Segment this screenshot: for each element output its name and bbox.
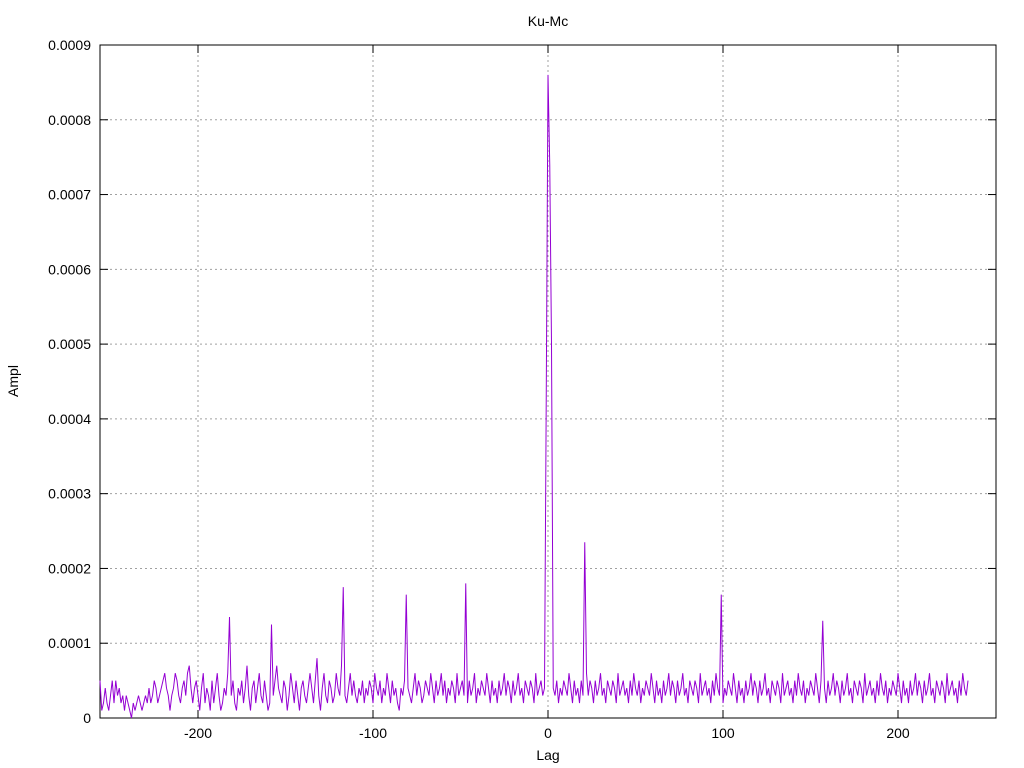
- y-tick-label: 0: [83, 710, 91, 726]
- x-tick-label: 0: [544, 725, 552, 741]
- chart-title: Ku-Mc: [528, 13, 568, 29]
- x-tick-label: -100: [359, 725, 387, 741]
- x-tick-label: 200: [886, 725, 910, 741]
- x-tick-label: 100: [711, 725, 735, 741]
- x-tick-label: -200: [184, 725, 212, 741]
- y-tick-label: 0.0002: [48, 560, 91, 576]
- y-tick-label: 0.0001: [48, 635, 91, 651]
- y-axis-label: Ampl: [5, 365, 21, 397]
- y-tick-label: 0.0009: [48, 37, 91, 53]
- x-tick-labels: -200 -100 0 100 200: [184, 725, 910, 741]
- y-tick-label: 0.0003: [48, 486, 91, 502]
- series-line: [99, 74, 969, 719]
- y-tick-label: 0.0008: [48, 112, 91, 128]
- y-tick-label: 0.0005: [48, 336, 91, 352]
- x-axis-label: Lag: [536, 747, 559, 763]
- y-tick-label: 0.0004: [48, 411, 91, 427]
- y-tick-label: 0.0006: [48, 261, 91, 277]
- y-tick-labels: 0 0.0001 0.0002 0.0003 0.0004 0.0005 0.0006 0.0…: [48, 37, 91, 726]
- y-tick-label: 0.0007: [48, 187, 91, 203]
- correlation-chart: 0 0.0001 0.0002 0.0003 0.0004 0.0005 0.0006 0.0…: [5, 13, 997, 763]
